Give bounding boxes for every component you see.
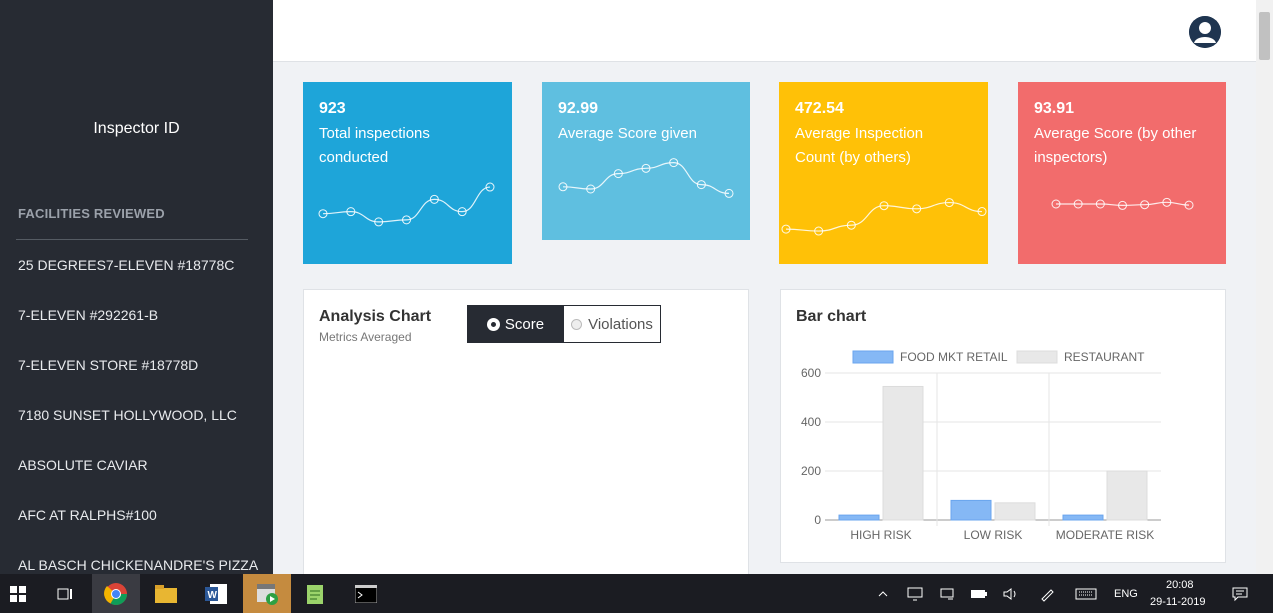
sparkline-line [322, 186, 491, 223]
bar [994, 502, 1036, 521]
stat-card-average-inspection-count: 472.54 Average Inspection Count (by othe… [779, 82, 988, 264]
page-scrollbar[interactable] [1256, 0, 1273, 574]
facility-item[interactable]: 25 DEGREES7-ELEVEN #18778C [18, 257, 234, 273]
bar [1062, 514, 1104, 521]
analysis-chart-title: Analysis Chart [319, 308, 432, 325]
scrollbar-thumb[interactable] [1259, 12, 1270, 60]
analysis-chart-panel: Analysis Chart Metrics Averaged Score Vi… [303, 289, 749, 579]
bar [838, 514, 880, 521]
network-icon[interactable] [904, 574, 926, 613]
sparkline-chart [1051, 197, 1194, 210]
sparkline-line [785, 201, 983, 232]
sparkline-chart [781, 198, 987, 236]
legend-swatch [1016, 350, 1058, 364]
radio-selected-icon [487, 318, 499, 330]
user-avatar-icon[interactable] [1189, 16, 1221, 48]
stat-card-total-inspections: 923 Total inspections conducted [303, 82, 512, 264]
bar [882, 385, 924, 521]
y-tick-label: 600 [801, 366, 821, 380]
display-icon[interactable] [936, 574, 958, 613]
notepad-icon[interactable] [294, 574, 338, 613]
keyboard-icon[interactable] [1072, 574, 1100, 613]
terminal-icon[interactable] [344, 574, 388, 613]
facility-item[interactable]: AFC AT RALPHS#100 [18, 507, 157, 523]
task-view-icon[interactable] [50, 574, 80, 613]
clock-time[interactable]: 20:08 [1166, 579, 1194, 591]
windows-start-icon[interactable] [0, 574, 36, 613]
legend-swatch [852, 350, 894, 364]
chrome-taskbar-icon[interactable] [92, 574, 140, 613]
legend-label: RESTAURANT [1064, 350, 1145, 364]
facility-item[interactable]: 7180 SUNSET HOLLYWOOD, LLC [18, 407, 237, 423]
y-tick-label: 0 [814, 513, 821, 527]
inspector-id-label: Inspector ID [93, 120, 180, 137]
volume-icon[interactable] [1000, 574, 1022, 613]
facility-item[interactable]: 7-ELEVEN #292261-B [18, 307, 158, 323]
facility-item[interactable]: 7-ELEVEN STORE #18778D [18, 357, 198, 373]
word-icon[interactable]: W [194, 574, 238, 613]
sparkline-chart [318, 182, 495, 227]
media-app-icon[interactable] [243, 574, 291, 613]
x-tick-label: MODERATE RISK [1056, 528, 1154, 542]
violations-option-label: Violations [588, 315, 653, 333]
x-tick-label: LOW RISK [964, 528, 1023, 542]
svg-text:W: W [208, 590, 218, 601]
battery-icon[interactable] [968, 574, 990, 613]
chevron-up-icon[interactable] [874, 574, 892, 613]
language-indicator[interactable]: ENG [1114, 588, 1138, 600]
facilities-section-title: FACILITIES REVIEWED [18, 206, 165, 221]
bar-chart-panel: Bar chart FOOD MKT RETAIL RESTAURANT 600 40… [780, 289, 1226, 563]
notifications-icon[interactable] [1228, 574, 1252, 613]
radio-unselected-icon [571, 318, 583, 330]
bar [950, 499, 992, 521]
y-tick-label: 200 [801, 464, 821, 478]
clock-date[interactable]: 29-11-2019 [1150, 596, 1205, 608]
sidebar: Inspector ID FACILITIES REVIEWED 25 DEGR… [0, 0, 273, 574]
taskbar: W ENG 20:08 29-11-2019 [0, 574, 1273, 613]
facility-item[interactable]: ABSOLUTE CAVIAR [18, 457, 148, 473]
score-option-label: Score [504, 315, 545, 333]
legend-label: FOOD MKT RETAIL [900, 350, 1008, 364]
sparkline-line [562, 161, 730, 194]
x-tick-label: HIGH RISK [850, 528, 911, 542]
violations-option[interactable]: Violations [564, 306, 660, 342]
stat-card-average-score: 92.99 Average Score given [542, 82, 750, 240]
sparkline-line [1056, 201, 1190, 207]
y-tick-label: 400 [801, 415, 821, 429]
pen-icon[interactable] [1036, 574, 1058, 613]
file-explorer-icon[interactable] [144, 574, 188, 613]
divider [16, 239, 248, 240]
metric-toggle: Score Violations [467, 305, 661, 343]
sparkline-chart [558, 158, 734, 198]
score-option[interactable]: Score [468, 306, 564, 342]
facility-item[interactable]: AL BASCH CHICKENANDRE'S PIZZA [18, 557, 258, 573]
analysis-chart-subtitle: Metrics Averaged [319, 330, 412, 344]
top-bar [273, 0, 1256, 62]
stat-card-average-score-others: 93.91 Average Score (by other inspectors… [1018, 82, 1226, 264]
bar [1106, 470, 1148, 521]
bar-chart: FOOD MKT RETAIL RESTAURANT 600 400 200 0 HIGH … [801, 350, 1161, 542]
